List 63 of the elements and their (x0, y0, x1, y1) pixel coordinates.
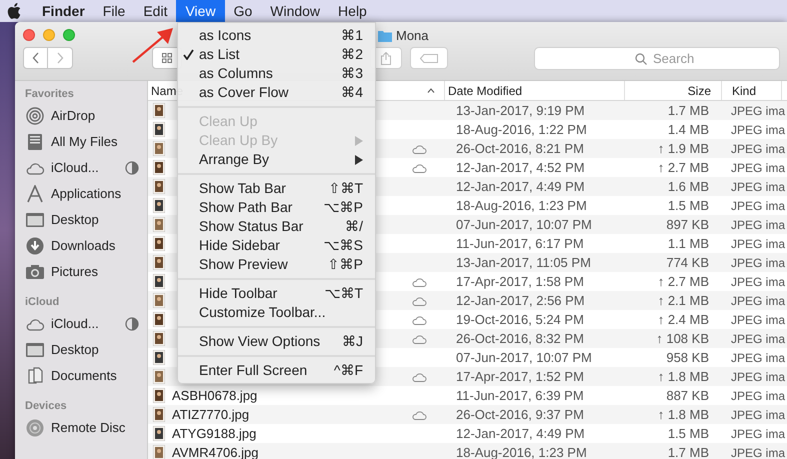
date-cell-text: 18-Aug-2016, 1:23 PM (455, 196, 588, 215)
kind-cell-text: JPEG ima (730, 426, 786, 442)
kind-cell-text: JPEG ima (730, 292, 786, 310)
file-name: ATIZ7770.jpg (172, 406, 250, 424)
kind-cell-text: JPEG ima (730, 140, 786, 158)
date-cell-text: 19-Oct-2016, 5:24 PM (455, 310, 585, 329)
date-cell-text: 18-Aug-2016, 1:22 PM (455, 120, 588, 139)
kind-cell-text: JPEG ima (730, 350, 786, 366)
size-cell-text: 1.1 MB (666, 234, 710, 253)
kind-cell-text: JPEG ima (730, 198, 786, 214)
date-cell-text: 17-Apr-2017, 1:58 PM (455, 272, 585, 291)
date-cell-text: 26-Oct-2016, 8:21 PM (455, 140, 585, 158)
date-cell-text: 11-Jun-2017, 6:39 PM (455, 386, 585, 405)
size-cell-text: 1.7 MB (666, 102, 710, 120)
date-cell-text: 13-Jan-2017, 11:05 PM (455, 254, 592, 272)
size-cell-text: ↑ 2.4 MB (656, 310, 710, 329)
size-cell-text: ↑ 108 KB (655, 330, 710, 348)
window-title: Mona (396, 27, 429, 45)
date-cell-text: 26-Oct-2016, 9:37 PM (455, 406, 585, 424)
kind-cell-text: JPEG ima (730, 368, 786, 386)
kind-cell-text: JPEG ima (730, 444, 786, 459)
size-cell-text: ↑ 1.8 MB (656, 406, 710, 424)
size-cell-text: ↑ 2.1 MB (656, 292, 710, 310)
kind-cell-text: JPEG ima (730, 312, 786, 328)
size-cell-text: 887 KB (665, 386, 710, 405)
kind-cell-text: JPEG ima (730, 160, 786, 176)
size-cell-text: 1.5 MB (666, 424, 710, 443)
date-cell-text: 12-Jan-2017, 4:49 PM (455, 424, 586, 443)
sidebar-heading: Devices (25, 399, 68, 414)
sidebar-heading: iCloud (25, 295, 60, 310)
size-cell-text: 774 KB (665, 254, 710, 272)
size-cell-text: ↑ 1.9 MB (656, 140, 710, 158)
date-cell-text: 12-Jan-2017, 4:49 PM (455, 178, 586, 196)
kind-cell-text: JPEG ima (730, 122, 786, 138)
kind-cell-text: JPEG ima (730, 274, 786, 290)
size-cell-text: 1.7 MB (666, 444, 710, 459)
size-cell-text: 1.5 MB (666, 196, 710, 215)
date-cell-text: 07-Jun-2017, 10:07 PM (455, 348, 593, 367)
size-cell-text: ↑ 1.8 MB (656, 368, 710, 386)
kind-cell-text: JPEG ima (730, 178, 786, 196)
kind-cell-text: JPEG ima (730, 388, 786, 404)
date-cell-text: 26-Oct-2016, 8:32 PM (455, 330, 585, 348)
file-name: ATYG9188.jpg (172, 424, 256, 443)
size-cell-text: 1.6 MB (666, 178, 710, 196)
date-cell-text: 07-Jun-2017, 10:07 PM (455, 216, 593, 234)
kind-cell-text: JPEG ima (730, 330, 786, 348)
kind-cell-text: JPEG ima (730, 236, 786, 252)
size-cell-text: 1.4 MB (666, 120, 710, 139)
kind-cell-text: JPEG ima (730, 406, 786, 424)
size-cell-text: 958 KB (665, 348, 710, 367)
sidebar-heading: Favorites (25, 87, 75, 102)
date-cell-text: 11-Jun-2017, 6:17 PM (455, 234, 585, 253)
kind-cell-text: JPEG ima (730, 102, 786, 120)
date-cell-text: 13-Jan-2017, 9:19 PM (455, 102, 586, 120)
date-cell-text: 12-Jan-2017, 4:52 PM (455, 158, 586, 177)
file-name: ASBH0678.jpg (172, 386, 258, 405)
kind-cell-text: JPEG ima (730, 254, 786, 272)
size-cell-text: ↑ 2.7 MB (656, 158, 710, 177)
date-cell-text: 17-Apr-2017, 1:52 PM (455, 368, 585, 386)
date-cell-text: 12-Jan-2017, 2:56 PM (455, 292, 586, 310)
size-cell-text: ↑ 2.7 MB (656, 272, 710, 291)
kind-cell-text: JPEG ima (730, 216, 786, 234)
size-cell-text: 897 KB (665, 216, 710, 234)
